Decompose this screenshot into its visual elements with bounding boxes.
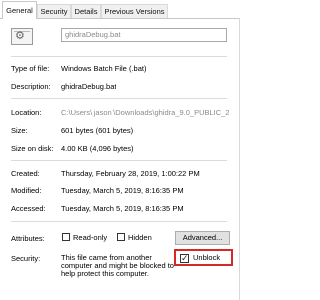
read-only-checkbox[interactable]: Read-only <box>62 233 107 242</box>
unblock-label: Unblock <box>193 253 221 262</box>
tab-general[interactable]: General <box>2 1 37 19</box>
divider <box>11 160 227 161</box>
security-label: Security: <box>11 254 41 263</box>
divider <box>11 221 227 222</box>
tab-security[interactable]: Security <box>37 4 71 18</box>
location-value: C:\Users\ jason \Downloads\ghidra_9.0_PU… <box>61 108 229 117</box>
divider <box>11 98 227 99</box>
size-value: 601 bytes (601 bytes) <box>61 126 134 135</box>
hidden-checkbox[interactable]: Hidden <box>117 233 152 242</box>
type-label: Type of file: <box>11 64 50 73</box>
file-name-field[interactable]: ghidraDebug.bat <box>61 28 227 42</box>
hidden-checkbox-box[interactable] <box>117 233 125 241</box>
description-label: Description: <box>11 82 51 91</box>
checkmark-icon: ✓ <box>181 253 189 263</box>
unblock-highlight: ✓ Unblock <box>174 249 233 266</box>
location-label: Location: <box>11 108 42 117</box>
modified-label: Modified: <box>11 186 42 195</box>
type-value: Windows Batch File (.bat) <box>61 64 147 73</box>
advanced-button[interactable]: Advanced... <box>175 231 230 245</box>
size-label: Size: <box>11 126 28 135</box>
hidden-label: Hidden <box>128 233 152 242</box>
modified-value: Tuesday, March 5, 2019, 8:16:35 PM <box>61 186 184 195</box>
created-label: Created: <box>11 169 40 178</box>
tab-details[interactable]: Details <box>71 4 101 18</box>
read-only-checkbox-box[interactable] <box>62 233 70 241</box>
unblock-checkbox[interactable]: ✓ <box>180 253 189 263</box>
created-value: Thursday, February 28, 2019, 1:00:22 PM <box>61 169 200 178</box>
accessed-value: Tuesday, March 5, 2019, 8:16:35 PM <box>61 204 184 213</box>
tab-previous-versions[interactable]: Previous Versions <box>101 4 168 18</box>
attributes-label: Attributes: <box>11 234 45 243</box>
tab-strip: General Security Details Previous Versio… <box>0 0 241 19</box>
batch-file-gear-icon: ⚙ <box>11 28 33 45</box>
size-on-disk-value: 4.00 KB (4,096 bytes) <box>61 144 134 153</box>
accessed-label: Accessed: <box>11 204 46 213</box>
read-only-label: Read-only <box>73 233 108 242</box>
security-warning-text: This file came from another computer and… <box>61 253 174 278</box>
divider <box>11 56 227 57</box>
description-value: ghidraDebug.bat <box>61 82 117 91</box>
size-on-disk-label: Size on disk: <box>11 144 54 153</box>
